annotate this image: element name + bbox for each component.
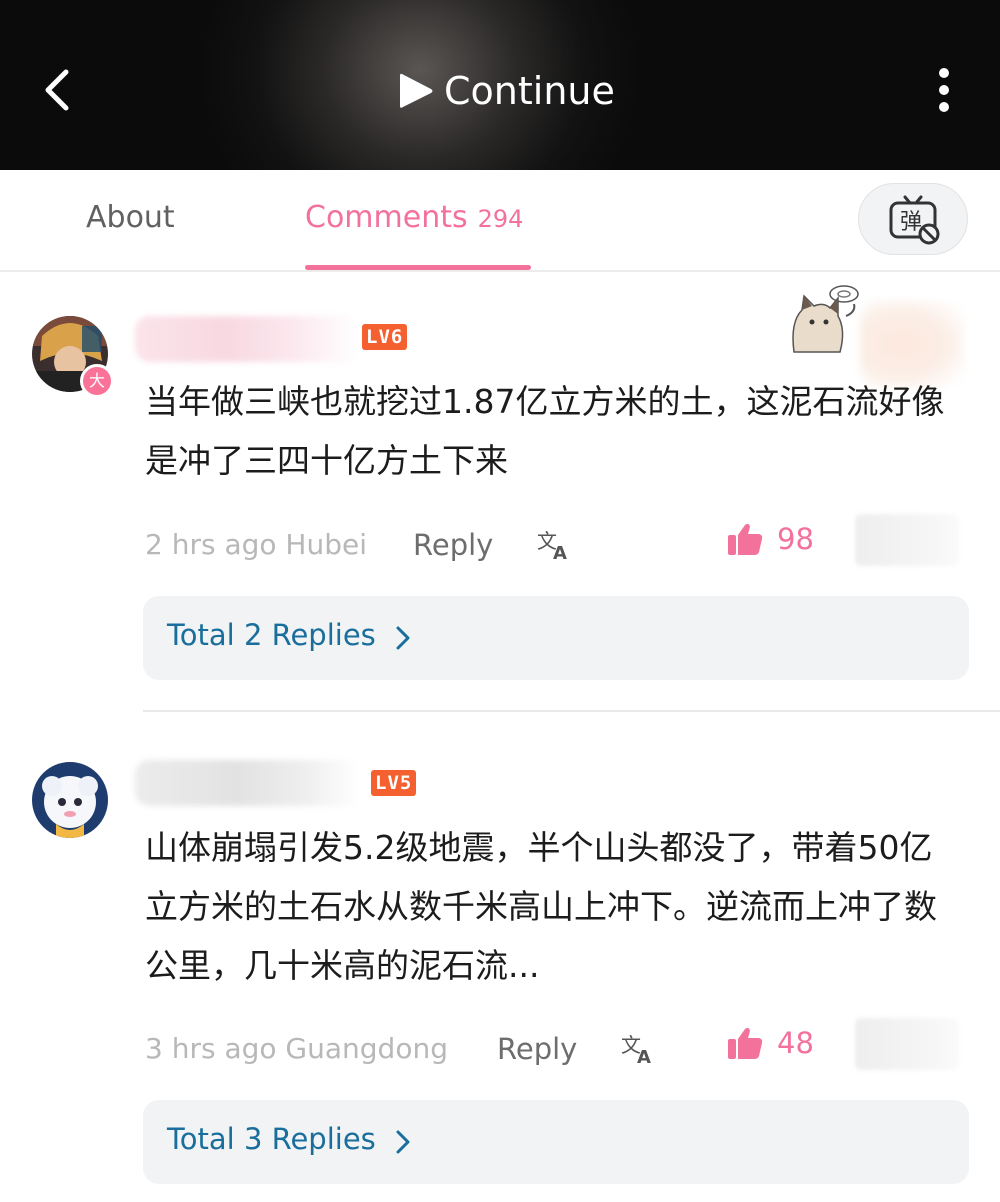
comment-time-location: 2 hrs ago Hubei <box>145 528 368 561</box>
comment-meta: 2 hrs ago Hubei Reply 文 A 98 <box>145 514 960 570</box>
thumbs-up-icon <box>728 1027 763 1059</box>
avatar-badge: 大 <box>80 364 114 398</box>
divider <box>143 710 1000 712</box>
like-count: 98 <box>777 522 814 556</box>
active-tab-indicator <box>305 265 531 270</box>
like-button[interactable]: 48 <box>727 1026 814 1060</box>
chevron-right-icon <box>396 626 410 650</box>
svg-text:A: A <box>553 543 567 562</box>
replies-label: Total 3 Replies <box>167 1122 376 1156</box>
continue-button[interactable]: Continue <box>398 66 615 116</box>
thumbs-up-icon <box>728 523 763 555</box>
tab-comments[interactable]: Comments 294 <box>305 200 523 235</box>
reply-button[interactable]: Reply <box>497 1032 577 1066</box>
cat-sticker-icon <box>792 285 859 353</box>
comment-meta: 3 hrs ago Guangdong Reply 文 A 48 <box>145 1018 960 1074</box>
translate-icon[interactable]: 文 A <box>537 528 573 562</box>
svg-text:A: A <box>637 1047 651 1066</box>
danmaku-off-icon: 弹 <box>889 195 940 245</box>
comment-text: 山体崩塌引发5.2级地震，半个山头都没了，带着50亿立方米的土石水从数千米高山上… <box>145 828 937 985</box>
replies-label: Total 2 Replies <box>167 618 376 652</box>
chevron-right-icon <box>396 1130 410 1154</box>
dislike-redacted[interactable] <box>855 514 959 566</box>
continue-label: Continue <box>444 69 615 113</box>
view-replies-button[interactable]: Total 2 Replies <box>143 596 969 680</box>
more-options-button[interactable] <box>926 66 962 116</box>
tab-bar: About Comments 294 弹 <box>0 170 1000 272</box>
danmaku-toggle-button[interactable]: 弹 <box>858 183 968 255</box>
level-badge: LV6 <box>362 324 408 350</box>
avatar[interactable] <box>32 762 108 838</box>
tab-about[interactable]: About <box>86 200 175 235</box>
level-badge: LV5 <box>371 770 417 796</box>
video-player-bar: Continue <box>0 0 1000 170</box>
like-count: 48 <box>777 1026 814 1060</box>
tab-comments-label: Comments <box>305 200 468 235</box>
avatar-image <box>32 762 108 838</box>
view-replies-button[interactable]: Total 3 Replies <box>143 1100 969 1184</box>
danmaku-char: 弹 <box>900 210 922 235</box>
dislike-redacted[interactable] <box>855 1018 959 1070</box>
like-button[interactable]: 98 <box>727 522 814 556</box>
reply-button[interactable]: Reply <box>413 528 493 562</box>
translate-icon[interactable]: 文 A <box>621 1032 657 1066</box>
comments-count: 294 <box>477 205 524 233</box>
vertical-dots-icon <box>939 68 949 112</box>
comment-time-location: 3 hrs ago Guangdong <box>145 1032 448 1065</box>
back-button[interactable] <box>38 66 82 114</box>
play-icon <box>400 73 433 108</box>
chevron-left-icon <box>45 69 69 111</box>
comment-text: 当年做三峡也就挖过1.87亿立方米的土，这泥石流好像是冲了三四十亿方土下来 <box>145 382 945 480</box>
username-redacted[interactable] <box>135 760 360 806</box>
username-redacted[interactable] <box>135 316 360 362</box>
